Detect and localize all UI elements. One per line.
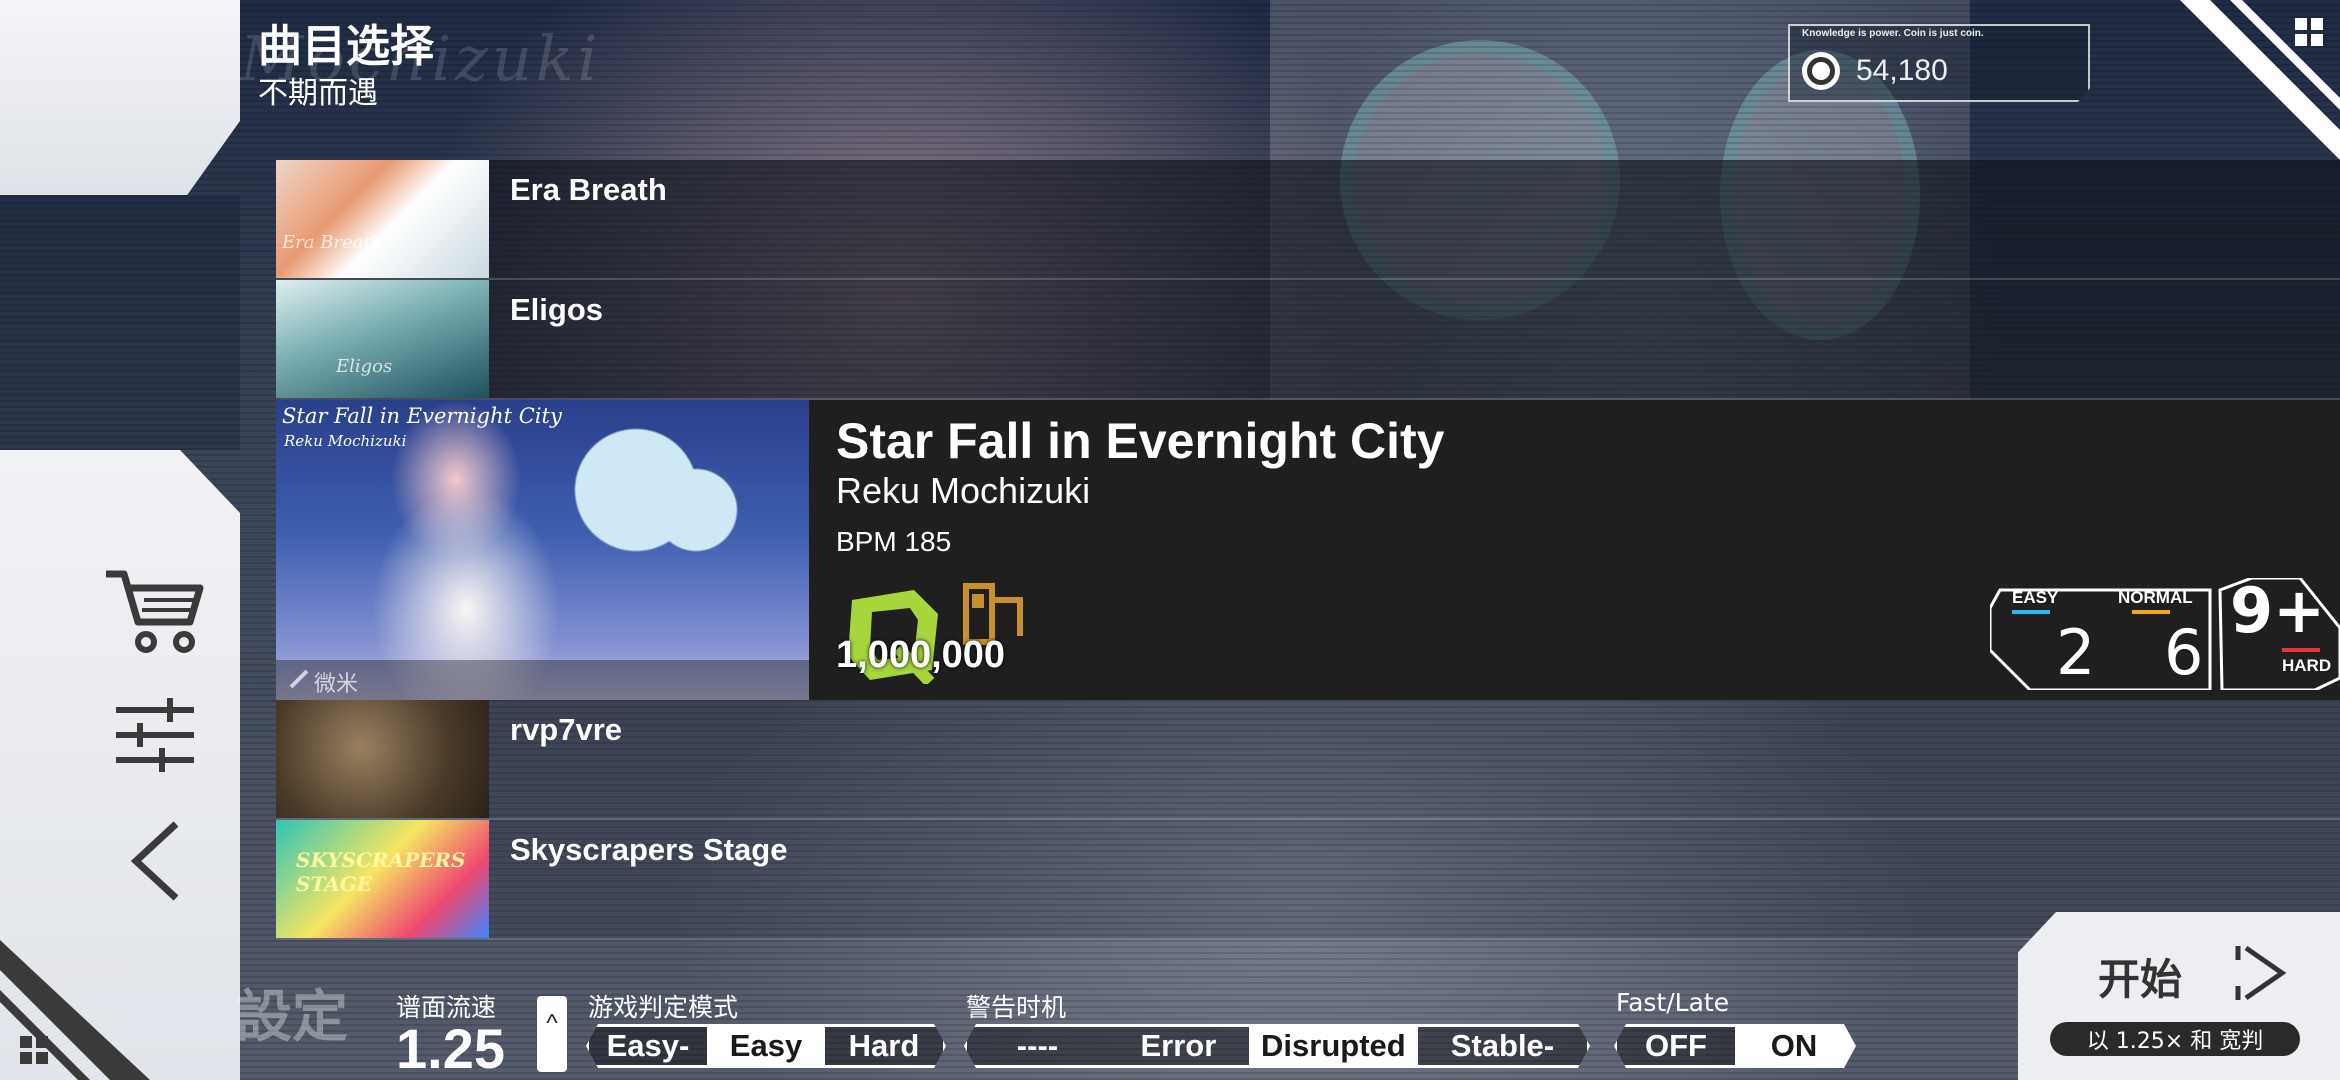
difficulty-hard-bar: [2282, 648, 2320, 652]
start-label: 开始: [2098, 955, 2183, 1004]
warning-timing-label: 警告时机: [966, 993, 1067, 1022]
grid-icon[interactable]: [2293, 16, 2325, 48]
difficulty-hard-label: HARD: [2282, 656, 2332, 675]
song-row-skyscrapers-stage[interactable]: SKYSCRAPERS STAGE Skyscrapers Stage: [276, 820, 2340, 940]
warning-option-error[interactable]: Error: [1108, 1027, 1249, 1065]
selected-song-title: Star Fall in Evernight City: [836, 413, 1445, 469]
page-title: 曲目选择: [258, 21, 434, 72]
illustrator-name: 微米: [314, 671, 359, 696]
difficulty-normal-bar: [2132, 610, 2170, 614]
coin-tagline: Knowledge is power. Coin is just coin.: [1802, 28, 1984, 39]
left-top-panel: [0, 0, 240, 195]
thumbnail-text: Era Breath: [282, 232, 383, 253]
coin-icon: [1802, 52, 1840, 90]
page-subtitle: 不期而遇: [258, 76, 378, 111]
difficulty-normal-value: 6: [2164, 616, 2204, 689]
fast-late-toggle[interactable]: OFF ON: [1614, 1024, 1856, 1068]
selected-song-score: 1,000,000: [836, 634, 1006, 676]
artwork-title: Star Fall in Evernight City: [282, 404, 562, 428]
judge-option-hard[interactable]: Hard: [825, 1027, 943, 1065]
selected-song-card[interactable]: Star Fall in Evernight City Reku Mochizu…: [276, 400, 2340, 700]
difficulty-panel: EASY 2 NORMAL 6 9+ HARD: [1990, 574, 2340, 690]
difficulty-easy-label: EASY: [2012, 588, 2059, 607]
play-icon: [2235, 945, 2287, 1001]
start-summary: 以 1.25× 和 宽判: [2050, 1022, 2300, 1056]
selected-song-artist: Reku Mochizuki: [836, 470, 1091, 511]
speed-up-button[interactable]: ^: [537, 996, 567, 1072]
warning-timing-selector[interactable]: ---- Error Disrupted Stable-: [964, 1024, 1590, 1068]
song-row-eligos[interactable]: Eligos Eligos: [276, 280, 2340, 400]
warning-option-disrupted[interactable]: Disrupted: [1249, 1027, 1418, 1065]
song-name: Skyscrapers Stage: [510, 832, 788, 867]
thumbnail-text: Eligos: [336, 356, 393, 377]
warning-option-none[interactable]: ----: [967, 1027, 1108, 1065]
judge-mode-label: 游戏判定模式: [588, 993, 739, 1022]
difficulty-normal-label: NORMAL: [2118, 588, 2193, 607]
difficulty-easy-value: 2: [2056, 616, 2096, 689]
song-name: Era Breath: [510, 172, 667, 207]
back-icon[interactable]: [128, 820, 184, 902]
song-row-rvp7vre[interactable]: rvp7vre: [276, 700, 2340, 820]
song-thumbnail: SKYSCRAPERS STAGE: [276, 820, 489, 938]
judge-mode-selector[interactable]: Easy- Easy Hard: [586, 1024, 946, 1068]
warning-option-stable-minus[interactable]: Stable-: [1418, 1027, 1587, 1065]
judge-option-easy[interactable]: Easy: [707, 1027, 825, 1065]
settings-background-text: 設定: [236, 985, 348, 1050]
fast-late-on[interactable]: ON: [1735, 1027, 1853, 1065]
song-thumbnail: Eligos: [276, 280, 489, 398]
song-row-era-breath[interactable]: Era Breath Era Breath: [276, 160, 2340, 280]
judge-option-easy-minus[interactable]: Easy-: [589, 1027, 707, 1065]
artwork-artist: Reku Mochizuki: [284, 432, 407, 450]
illustrator-credit: 微米: [276, 660, 809, 700]
speed-value[interactable]: 1.25: [396, 1016, 505, 1080]
song-name: rvp7vre: [510, 712, 623, 747]
song-thumbnail: Era Breath: [276, 160, 489, 278]
song-name: Eligos: [510, 292, 604, 327]
grid-icon[interactable]: [18, 1034, 50, 1066]
thumbnail-text: SKYSCRAPERS STAGE: [296, 848, 466, 896]
left-strip: [0, 195, 240, 450]
selected-song-artwork: Star Fall in Evernight City Reku Mochizu…: [276, 400, 809, 700]
sliders-icon[interactable]: [112, 692, 198, 778]
pen-icon: [289, 669, 309, 689]
selected-song-bpm: BPM 185: [836, 526, 952, 557]
difficulty-hard-value: 9+: [2230, 574, 2326, 647]
coin-value: 54,180: [1856, 54, 1948, 87]
fast-late-off[interactable]: OFF: [1617, 1027, 1735, 1065]
difficulty-easy-bar: [2012, 610, 2050, 614]
start-button[interactable]: 开始 以 1.25× 和 宽判: [2018, 912, 2340, 1080]
coin-display: Knowledge is power. Coin is just coin. 5…: [1788, 24, 2090, 102]
song-thumbnail: [276, 700, 489, 818]
cart-icon[interactable]: [100, 560, 210, 660]
fast-late-label: Fast/Late: [1616, 988, 1730, 1017]
